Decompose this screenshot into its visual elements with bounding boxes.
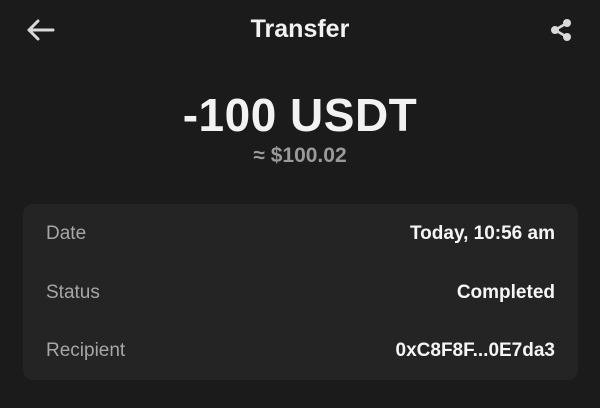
top-bar: Transfer [0,0,600,60]
detail-label: Status [46,282,100,303]
detail-row-recipient[interactable]: Recipient 0xC8F8F...0E7da3 [46,336,555,366]
detail-row-date: Date Today, 10:56 am [46,219,555,249]
detail-value-status: Completed [456,282,555,303]
details-card: Date Today, 10:56 am Status Completed Re… [23,204,578,380]
detail-row-status: Status Completed [46,278,555,308]
page-title: Transfer [250,15,350,43]
share-icon [551,19,571,41]
fiat-equivalent: ≈ $100.02 [253,144,347,167]
detail-value-recipient[interactable]: 0xC8F8F...0E7da3 [396,340,555,362]
share-button[interactable] [544,13,578,47]
detail-value-date: Today, 10:56 am [409,223,555,244]
transfer-amount: -100 USDT [182,89,418,141]
detail-label: Date [46,223,87,244]
detail-label: Recipient [46,340,126,361]
